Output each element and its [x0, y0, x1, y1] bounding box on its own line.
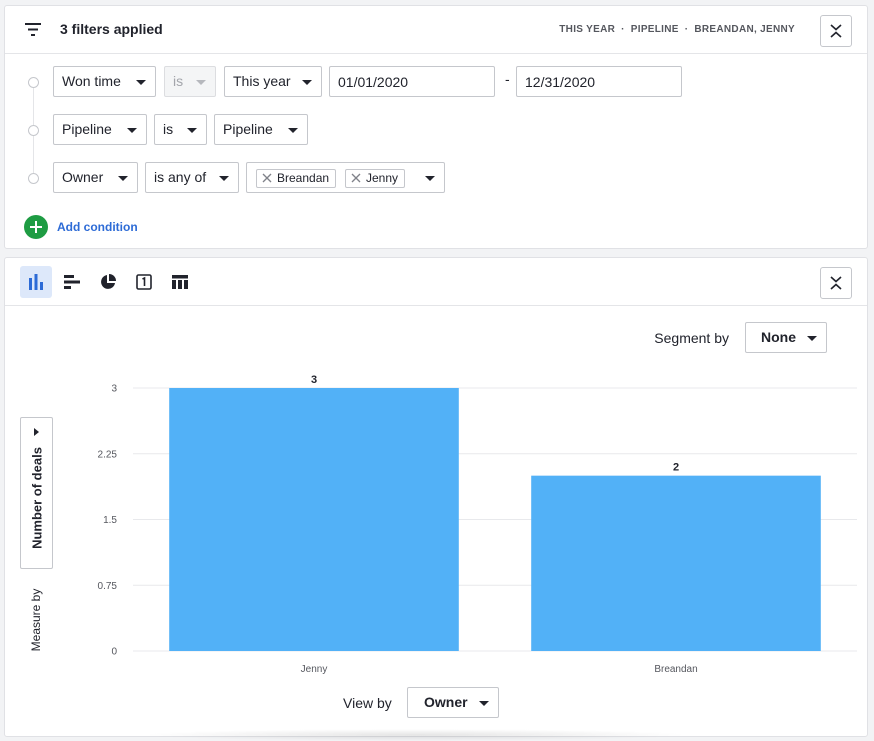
won-time-value-select[interactable]: This year	[224, 66, 322, 97]
segment-value: None	[761, 329, 796, 345]
bar-value-label: 3	[311, 374, 317, 386]
caret-right-icon	[34, 428, 39, 436]
caret-down-icon	[136, 80, 146, 85]
owner-tag[interactable]: Jenny	[345, 169, 406, 188]
y-tick-label: 0.75	[98, 581, 118, 592]
collapse-icon	[830, 24, 842, 38]
view-by-value: Owner	[424, 694, 468, 710]
caret-down-icon	[288, 128, 298, 133]
summary-separator: ·	[684, 24, 689, 35]
field-label: Owner	[62, 169, 104, 185]
field-label: Pipeline	[62, 121, 112, 137]
owner-field-select[interactable]: Owner	[53, 162, 138, 193]
date-range-separator: -	[505, 71, 510, 87]
panel-shadow	[140, 729, 690, 741]
add-condition-button[interactable]: Add condition	[24, 215, 138, 239]
caret-down-icon	[302, 80, 312, 85]
owner-multiselect[interactable]: Breandan Jenny	[246, 162, 445, 193]
field-label: Won time	[62, 73, 121, 89]
y-tick-label: 1.5	[103, 515, 117, 526]
scorecard-button[interactable]	[128, 266, 160, 298]
filters-summary: THIS YEAR · PIPELINE · BREANDAN, JENNY	[559, 24, 795, 35]
horizontal-bar-chart-icon	[64, 275, 80, 289]
y-tick-label: 0	[111, 647, 117, 658]
chart-panel: Segment by None Number of deals Measure …	[4, 257, 868, 737]
bar-value-label: 2	[673, 462, 679, 474]
bar[interactable]	[169, 388, 459, 651]
horizontal-bar-chart-button[interactable]	[56, 266, 88, 298]
collapse-icon	[830, 276, 842, 290]
owner-tag[interactable]: Breandan	[256, 169, 337, 188]
condition-node	[28, 125, 39, 136]
won-time-operator-select: is	[164, 66, 216, 97]
view-by-label: View by	[343, 695, 392, 711]
pie-chart-icon	[101, 274, 116, 289]
x-tick-label: Breandan	[654, 664, 697, 675]
summary-separator: ·	[621, 24, 625, 35]
pipeline-value-select[interactable]: Pipeline	[214, 114, 308, 145]
caret-down-icon	[196, 80, 206, 85]
pie-chart-button[interactable]	[92, 266, 124, 298]
date-to-input[interactable]	[516, 66, 682, 97]
filter-icon	[25, 23, 41, 36]
measure-value: Number of deals	[29, 447, 44, 549]
vertical-bar-chart-icon	[29, 274, 43, 290]
date-from-input[interactable]	[329, 66, 495, 97]
pipeline-field-select[interactable]: Pipeline	[53, 114, 147, 145]
measure-by-label: Measure by	[29, 588, 43, 652]
vertical-bar-chart-button[interactable]	[20, 266, 52, 298]
pipeline-operator-select[interactable]: is	[154, 114, 207, 145]
chart-toolbar	[5, 258, 867, 306]
add-condition-label: Add condition	[57, 220, 138, 234]
tag-label: Jenny	[366, 171, 399, 185]
filters-panel: 3 filters applied THIS YEAR · PIPELINE · BRE…	[4, 5, 868, 249]
owner-operator-select[interactable]: is any of	[145, 162, 239, 193]
operator-label: is any of	[154, 169, 207, 185]
bar-chart: 0 0.75 1.5 2.25 3 3 Jenny 2 Breandan	[98, 374, 857, 675]
segment-by-label: Segment by	[654, 330, 729, 346]
summary-pipeline: PIPELINE	[630, 24, 679, 35]
segment-by-select[interactable]: None	[745, 322, 827, 353]
view-by-select[interactable]: Owner	[407, 687, 499, 718]
condition-node	[28, 77, 39, 88]
plus-icon	[24, 215, 48, 239]
remove-tag-icon[interactable]	[351, 173, 361, 183]
caret-down-icon	[187, 128, 197, 133]
value-label: This year	[233, 73, 291, 89]
filters-title: 3 filters applied	[60, 21, 163, 37]
won-time-field-select[interactable]: Won time	[53, 66, 156, 97]
caret-down-icon	[118, 176, 128, 181]
summary-owners: BREANDAN, JENNY	[694, 24, 795, 35]
caret-down-icon	[219, 176, 229, 181]
collapse-chart-button[interactable]	[820, 267, 852, 299]
collapse-filters-button[interactable]	[820, 15, 852, 47]
caret-down-icon	[807, 336, 817, 341]
summary-period: THIS YEAR	[559, 24, 616, 35]
y-tick-label: 3	[111, 384, 117, 395]
caret-down-icon	[127, 128, 137, 133]
bar[interactable]	[531, 475, 821, 651]
caret-down-icon	[425, 176, 435, 181]
tag-label: Breandan	[277, 171, 330, 185]
measure-by-select[interactable]: Number of deals	[20, 417, 53, 569]
y-tick-label: 2.25	[98, 449, 118, 460]
operator-label: is	[173, 73, 184, 89]
table-button[interactable]	[164, 266, 196, 298]
filters-header: 3 filters applied THIS YEAR · PIPELINE · BRE…	[5, 6, 867, 54]
remove-tag-icon[interactable]	[262, 173, 272, 183]
table-icon	[172, 275, 188, 289]
x-tick-label: Jenny	[301, 664, 328, 675]
caret-down-icon	[479, 701, 489, 706]
condition-node	[28, 173, 39, 184]
scorecard-icon	[136, 274, 152, 290]
value-label: Pipeline	[223, 121, 273, 137]
operator-label: is	[163, 121, 174, 137]
